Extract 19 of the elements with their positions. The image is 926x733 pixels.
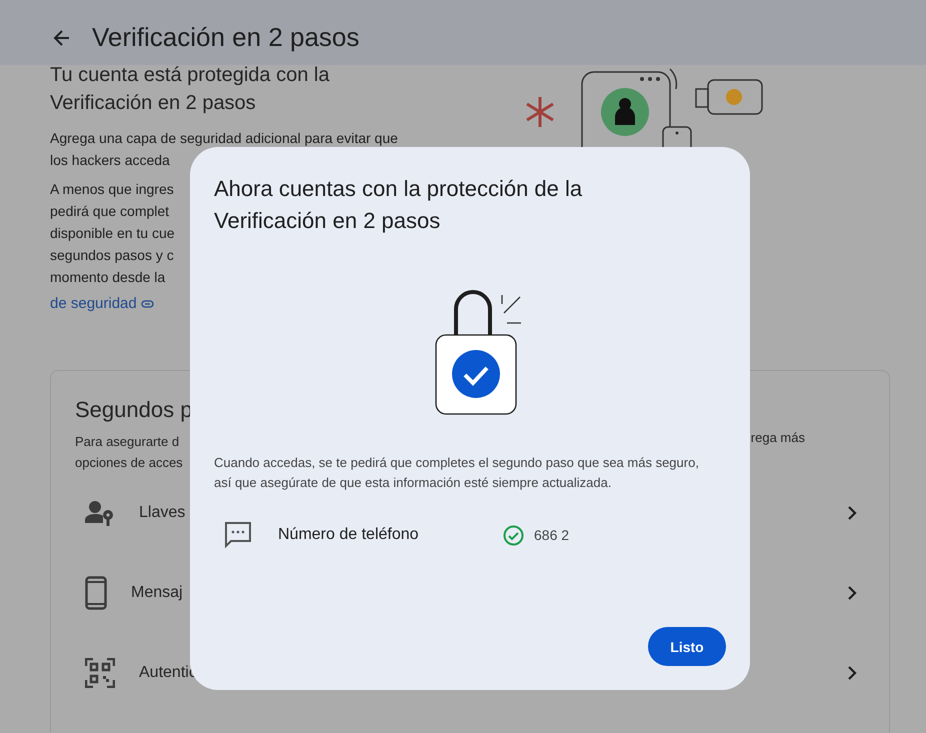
- phone-number: 686 2: [534, 527, 570, 543]
- description-text: A menos que ingres: [50, 181, 174, 197]
- description-text: pedirá que complet: [50, 203, 170, 219]
- description-text: los hackers acceda: [50, 152, 170, 168]
- section-title: Verificación en 2 pasos: [50, 91, 257, 116]
- card-description: opciones de acces: [75, 454, 183, 472]
- dialog-body-text: Cuando accedas, se te pedirá que completes el segundo paso que sea más seguro, así que asegúrate de que esta información esté siempre actualizada.: [214, 454, 700, 492]
- method-label: Mensaj: [131, 584, 184, 602]
- description-text: segundos pasos y c: [50, 247, 174, 263]
- description-text: Agrega una capa de seguridad adicional para evitar que: [50, 130, 398, 146]
- card-description: Para asegurarte d: [75, 433, 180, 451]
- description-text: momento desde la: [50, 269, 166, 285]
- card-description: rega más: [750, 430, 805, 447]
- dialog-title: Ahora cuentas con la protección de la Verificación en 2 pasos: [214, 175, 584, 235]
- description-text: disponible en tu cue: [50, 225, 175, 241]
- method-label: Llaves: [139, 504, 186, 522]
- section-title: Tu cuenta está protegida con la: [50, 63, 330, 88]
- method-name: Número de teléfono: [278, 526, 420, 544]
- page-title: Verificación en 2 pasos: [92, 22, 360, 53]
